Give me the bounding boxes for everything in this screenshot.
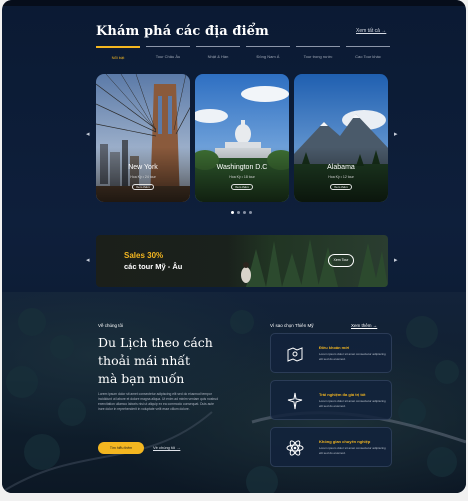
section-title: Khám phá các địa điểm — [96, 24, 269, 39]
destination-name: Washington D.C — [216, 164, 268, 171]
destination-more-button[interactable]: Xem thêm — [231, 184, 253, 190]
heading-line: thoải mái nhất — [98, 353, 191, 368]
tab-featured[interactable]: Nổi bật — [96, 46, 140, 60]
destination-name: Alabama — [327, 164, 355, 171]
forest-texture — [2, 308, 466, 493]
carousel-prev-icon[interactable]: ◂ — [86, 130, 90, 138]
forest-background — [2, 292, 466, 493]
carousel-dot[interactable] — [249, 211, 252, 214]
carousel-dot[interactable] — [243, 211, 246, 214]
tab-southeast-asia[interactable]: Đông Nam Á — [246, 46, 290, 60]
page-frame: Khám phá các địa điểm Xem tất cả → Nổi b… — [2, 0, 466, 493]
banner-next-icon[interactable]: ▸ — [394, 256, 398, 264]
feature-desc: Lorem ipsum dolor sit amet consectetur a… — [319, 446, 386, 455]
tab-europe[interactable]: Tour Châu Âu — [146, 46, 190, 60]
destination-card-alabama[interactable]: Alabama Hoa Kỳ • 12 tour Xem thêm — [294, 74, 388, 202]
heading-line: Du Lịch theo cách — [98, 335, 213, 350]
banner-prev-icon[interactable]: ◂ — [86, 256, 90, 264]
about-eyebrow: Về chúng tôi — [98, 323, 124, 328]
destination-subtitle: Hoa Kỳ • 18 tour — [229, 175, 255, 179]
carousel-dots — [231, 211, 252, 214]
about-us-link[interactable]: Về chúng tôi → — [153, 445, 180, 450]
category-tabs: Nổi bật Tour Châu Âu Nhật & Hàn Đông Nam… — [96, 46, 390, 60]
about-paragraph: Lorem ipsum dolor sit amet consectetur a… — [98, 392, 219, 411]
feature-card: Điều khoản mới Lorem ipsum dolor sit ame… — [270, 333, 392, 373]
about-heading: Du Lịch theo cách thoải mái nhất mà bạn … — [98, 334, 268, 388]
banner-view-button[interactable]: Xem Tour — [328, 254, 354, 267]
destination-more-button[interactable]: Xem thêm — [330, 184, 352, 190]
carousel-next-icon[interactable]: ▸ — [394, 130, 398, 138]
destination-carousel: New York Hoa Kỳ • 24 tour Xem thêm Washi… — [96, 74, 388, 202]
top-bar — [2, 0, 466, 6]
destination-name: New York — [128, 164, 158, 171]
destination-subtitle: Hoa Kỳ • 12 tour — [328, 175, 354, 179]
carousel-dot[interactable] — [237, 211, 240, 214]
heading-line: mà bạn muốn — [98, 371, 185, 386]
destination-more-button[interactable]: Xem thêm — [132, 184, 154, 190]
why-more-link[interactable]: Xem thêm → — [351, 323, 377, 328]
feature-title: Điều khoản mới — [319, 345, 350, 350]
why-choose-label: Vì sao chọn Thiên Mỹ — [270, 323, 314, 328]
see-all-link[interactable]: Xem tất cả → — [356, 28, 386, 34]
tab-japan-korea[interactable]: Nhật & Hàn — [196, 46, 240, 60]
feature-title: Không gian chuyên nghiệp — [319, 439, 371, 444]
feature-desc: Lorem ipsum dolor sit amet consectetur a… — [319, 352, 386, 361]
destination-card-washington[interactable]: Washington D.C Hoa Kỳ • 18 tour Xem thêm — [195, 74, 289, 202]
feature-card: Không gian chuyên nghiệp Lorem ipsum dol… — [270, 427, 392, 467]
banner-headline: Sales 30% — [124, 251, 164, 260]
tab-other[interactable]: Cao Tour khác — [346, 46, 390, 60]
learn-more-button[interactable]: Tìm hiểu thêm — [98, 442, 144, 454]
map-icon — [287, 347, 303, 362]
feature-title: Trải nghiệm đa giá trị tốt — [319, 392, 366, 397]
destination-subtitle: Hoa Kỳ • 24 tour — [130, 175, 156, 179]
feature-desc: Lorem ipsum dolor sit amet consectetur a… — [319, 399, 386, 408]
destination-card-new-york[interactable]: New York Hoa Kỳ • 24 tour Xem thêm — [96, 74, 190, 202]
feature-card: Trải nghiệm đa giá trị tốt Lorem ipsum d… — [270, 380, 392, 420]
banner-subline: các tour Mỹ - Âu — [124, 262, 183, 271]
sparkle-icon — [287, 392, 303, 410]
carousel-dot[interactable] — [231, 211, 234, 214]
atom-icon — [286, 440, 304, 456]
tab-domestic[interactable]: Tour trong nước — [296, 46, 340, 60]
promo-banner[interactable]: Sales 30% các tour Mỹ - Âu Xem Tour — [96, 235, 388, 287]
